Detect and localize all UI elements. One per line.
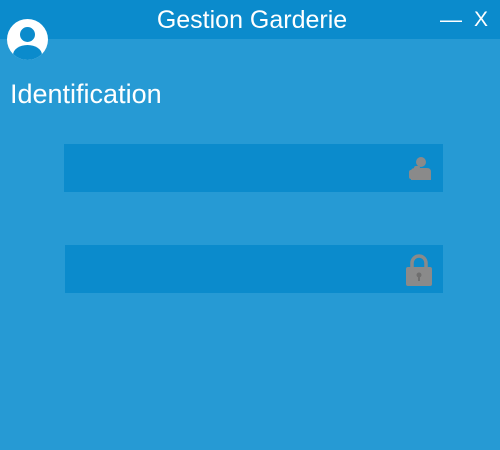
page-title: Identification [10,79,162,109]
minimize-button[interactable]: — [438,0,464,39]
user-icon [409,157,431,180]
password-field-container [65,245,443,293]
avatar-icon [7,19,48,60]
lock-icon [406,254,432,286]
window-title: Gestion Garderie [156,6,348,34]
password-input[interactable] [65,245,443,293]
username-field-container [64,144,443,192]
username-input[interactable] [64,144,443,192]
close-button[interactable]: X [468,0,494,39]
